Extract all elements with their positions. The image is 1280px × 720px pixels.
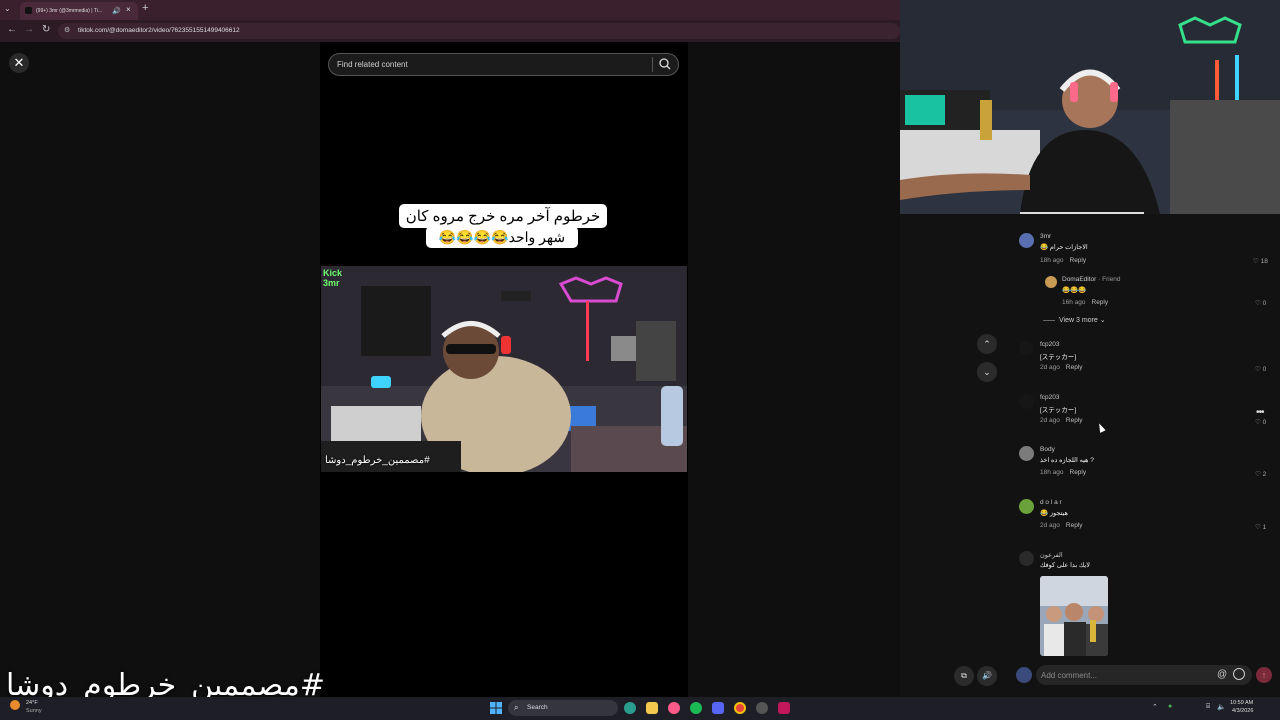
search-icon[interactable] xyxy=(658,57,672,71)
avatar[interactable] xyxy=(1019,446,1034,461)
avatar[interactable] xyxy=(1019,499,1034,514)
previous-video-button[interactable]: ⌃ xyxy=(977,334,997,354)
photos-icon[interactable] xyxy=(668,702,680,714)
taskbar-search[interactable] xyxy=(508,700,618,716)
site-info-icon[interactable]: ⚙ xyxy=(64,26,70,34)
weather-desc: Sunny xyxy=(26,708,42,714)
current-user-avatar xyxy=(1016,667,1032,683)
comment-meta: 18h ago Reply xyxy=(1040,257,1087,264)
forward-icon[interactable]: → xyxy=(24,24,34,35)
webcam-overlay xyxy=(900,0,1280,214)
weather-icon[interactable] xyxy=(10,700,20,710)
comment-text: 😂 هيتجوز xyxy=(1040,510,1068,517)
discord-icon[interactable] xyxy=(712,702,724,714)
reply-button[interactable]: Reply xyxy=(1092,299,1109,306)
left-blur-pane xyxy=(0,42,320,697)
comment-meta: 2d ago Reply xyxy=(1040,522,1083,529)
url-text: tiktok.com/@domaeditor2/video/7623551551… xyxy=(78,27,240,34)
comment-meta: 2d ago Reply xyxy=(1040,364,1083,371)
comment-meta: 2d ago Reply xyxy=(1040,417,1083,424)
copilot-icon[interactable] xyxy=(624,702,636,714)
comment-photo[interactable] xyxy=(1040,576,1108,656)
tray-app-icon[interactable]: ● xyxy=(1168,703,1172,710)
tab-title: (99+) 3mr (@3mrmedia) | Ti... xyxy=(36,8,102,14)
more-options-icon[interactable]: ••• xyxy=(1256,407,1264,418)
volume-icon[interactable]: 🔈 xyxy=(1217,703,1226,711)
avatar[interactable] xyxy=(1019,551,1034,566)
new-tab-button[interactable]: + xyxy=(142,2,148,14)
reload-icon[interactable]: ↻ xyxy=(42,24,50,35)
close-video-button[interactable]: ✕ xyxy=(9,53,29,73)
comment-meta: 16h ago Reply xyxy=(1062,299,1109,306)
search-placeholder: Find related content xyxy=(337,60,408,69)
back-icon[interactable]: ← xyxy=(7,24,17,35)
comment-text: هيه اللجازه ده اخذ ? xyxy=(1040,457,1094,464)
reply-button[interactable]: Reply xyxy=(1066,364,1083,371)
tray-chevron-icon[interactable]: ⌃ xyxy=(1152,703,1158,711)
search-divider xyxy=(652,57,653,72)
clock-date[interactable]: 4/3/2026 xyxy=(1232,708,1253,714)
tiktok-favicon-icon xyxy=(25,7,32,14)
like-button[interactable]: ♡ 1 xyxy=(1255,523,1266,531)
windows-start-icon[interactable] xyxy=(490,702,502,714)
comment-text: 😂😂😂 xyxy=(1062,287,1087,294)
like-button[interactable]: ♡ 0 xyxy=(1255,299,1266,307)
comment-text: [ステッカー] xyxy=(1040,407,1077,414)
kick-logo: Kick 3mr xyxy=(323,268,343,288)
tab-close-icon[interactable]: × xyxy=(126,5,131,14)
right-blur-pane xyxy=(688,42,900,697)
search-icon: ⌕ xyxy=(514,703,519,712)
comment-username[interactable]: DomaEditor · Friend xyxy=(1062,276,1121,283)
video-player[interactable] xyxy=(321,266,687,472)
reply-button[interactable]: Reply xyxy=(1070,469,1087,476)
avatar[interactable] xyxy=(1045,276,1057,288)
comment-meta: 18h ago Reply xyxy=(1040,469,1087,476)
avatar[interactable] xyxy=(1019,233,1034,248)
like-button[interactable]: ♡ 2 xyxy=(1255,470,1266,478)
send-comment-button[interactable]: ↑ xyxy=(1256,667,1272,683)
picture-in-picture-button[interactable]: ⧉ xyxy=(954,666,974,686)
comment-text: 😂 الاجازات حرام xyxy=(1040,244,1088,251)
mention-icon[interactable]: @ xyxy=(1217,669,1227,680)
comment-username[interactable]: الفرعون xyxy=(1040,551,1063,559)
video-caption-line2: شهر واحد😂😂😂😂 xyxy=(438,229,566,245)
reply-button[interactable]: Reply xyxy=(1070,257,1087,264)
comment-username[interactable]: Body xyxy=(1040,446,1055,453)
network-icon[interactable]: ⌸ xyxy=(1206,703,1210,711)
windows-taskbar xyxy=(0,697,1280,720)
obs-icon[interactable] xyxy=(756,702,768,714)
file-explorer-icon[interactable] xyxy=(646,702,658,714)
add-comment-placeholder: Add comment... xyxy=(1041,671,1098,680)
weather-temp: 24°F xyxy=(26,700,38,706)
comment-text: [ステッカー] xyxy=(1040,354,1077,361)
clock-time[interactable]: 10:59 AM xyxy=(1230,700,1253,706)
avatar[interactable] xyxy=(1019,394,1034,409)
spotify-icon[interactable] xyxy=(690,702,702,714)
next-video-button[interactable]: ⌄ xyxy=(977,362,997,382)
comment-text: لايك بدا على كوفك xyxy=(1040,562,1090,569)
speaker-icon[interactable]: 🔊 xyxy=(112,7,121,15)
like-button[interactable]: ♡ 0 xyxy=(1255,365,1266,373)
volume-button[interactable]: 🔊 xyxy=(977,666,997,686)
avatar[interactable] xyxy=(1019,341,1034,356)
comment-username[interactable]: d o l a r xyxy=(1040,499,1062,506)
browser-tab[interactable]: (99+) 3mr (@3mrmedia) | Ti... 🔊 × xyxy=(20,2,138,20)
like-button[interactable]: ♡ 18 xyxy=(1253,257,1268,265)
taskbar-search-label: Search xyxy=(527,704,548,711)
video-watermark: #مصممين_خرطوم_دوشا xyxy=(325,455,430,466)
reply-button[interactable]: Reply xyxy=(1066,522,1083,529)
comment-username[interactable]: 3mr xyxy=(1040,233,1051,240)
app-icon[interactable] xyxy=(778,702,790,714)
emoji-icon[interactable] xyxy=(1233,668,1245,680)
chrome-icon[interactable] xyxy=(734,702,746,714)
reply-button[interactable]: Reply xyxy=(1066,417,1083,424)
like-button[interactable]: ♡ 0 xyxy=(1255,418,1266,426)
comment-username[interactable]: fcp203 xyxy=(1040,394,1060,401)
video-caption-line1: خرطوم آخر مره خرج مروه كان xyxy=(405,208,601,225)
tab-search-chevron-icon[interactable]: ⌄ xyxy=(4,4,11,13)
comment-username[interactable]: fcp203 xyxy=(1040,341,1060,348)
view-more-replies-button[interactable]: View 3 more ⌄ xyxy=(1043,316,1106,324)
